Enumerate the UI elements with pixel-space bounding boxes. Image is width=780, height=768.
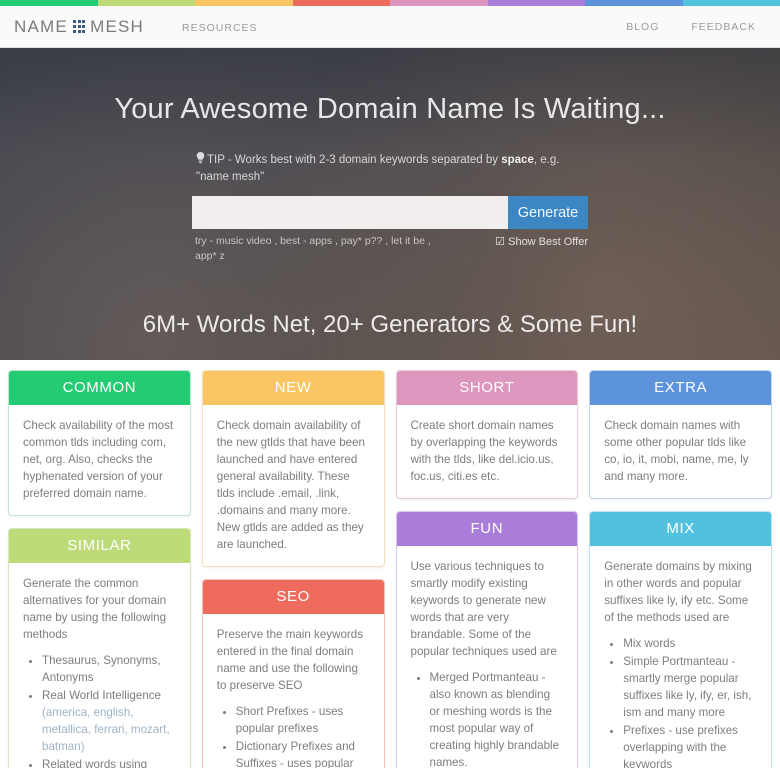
card-seo-text: Preserve the main keywords entered in th… <box>216 628 364 692</box>
mesh-grid-icon <box>72 20 86 33</box>
list-item: Mix words <box>623 635 757 652</box>
logo-text-mesh: MESH <box>90 16 145 36</box>
card-column-2: NEW Check domain availability of the new… <box>201 370 385 768</box>
generate-button[interactable]: Generate <box>508 196 588 229</box>
hero-search-block: TIP - Works best with 2-3 domain keyword… <box>192 126 588 264</box>
card-common-header: COMMON <box>9 371 190 405</box>
color-strip-segment-8 <box>682 0 780 6</box>
list-item-text: Real World Intelligence <box>42 689 162 702</box>
card-column-4: EXTRA Check domain names with some other… <box>589 370 772 768</box>
card-column-1: COMMON Check availability of the most co… <box>8 370 191 768</box>
card-common[interactable]: COMMON Check availability of the most co… <box>8 370 191 516</box>
color-strip-segment-3 <box>195 0 293 6</box>
card-seo-list: Short Prefixes - uses popular prefixes D… <box>217 703 370 768</box>
lightbulb-icon <box>196 152 205 169</box>
card-new-header: NEW <box>202 371 384 405</box>
card-fun-text: Use various techniques to smartly modify… <box>410 560 557 658</box>
card-extra-body: Check domain names with some other popul… <box>590 405 771 498</box>
card-extra[interactable]: EXTRA Check domain names with some other… <box>589 370 772 499</box>
list-item: Related words using collocations and n- <box>42 756 176 768</box>
card-new-body: Check domain availability of the new gtl… <box>203 405 384 566</box>
card-extra-header: EXTRA <box>590 371 771 405</box>
site-header: NAME MESH RESOURCES BLOG FEEDBACK <box>0 6 780 48</box>
show-best-offer-toggle[interactable]: ☑ Show Best Offer <box>495 234 588 248</box>
color-strip-segment-7 <box>585 0 683 6</box>
card-common-body: Check availability of the most common tl… <box>9 405 190 515</box>
card-new-text: Check domain availability of the new gtl… <box>216 419 366 551</box>
card-short[interactable]: SHORT Create short domain names by overl… <box>395 370 579 499</box>
list-item-examples: (america, english, metallica, ferrari, m… <box>42 706 170 753</box>
card-seo-header: SEO <box>202 580 384 614</box>
tip-bold-word: space <box>501 154 534 166</box>
logo-text-name: NAME <box>14 16 68 36</box>
search-row: Generate <box>192 196 588 229</box>
card-short-text: Create short domain names by overlapping… <box>410 419 558 483</box>
card-seo[interactable]: SEO Preserve the main keywords entered i… <box>201 579 385 768</box>
domain-keywords-input[interactable] <box>192 196 508 229</box>
card-mix-body: Generate domains by mixing in other word… <box>590 546 771 768</box>
hero-section: Your Awesome Domain Name Is Waiting... T… <box>0 48 780 360</box>
card-similar-text: Generate the common alternatives for you… <box>23 577 167 641</box>
card-seo-body: Preserve the main keywords entered in th… <box>203 614 384 768</box>
list-item: Short Prefixes - uses popular prefixes <box>236 703 370 737</box>
tip-text: TIP - Works best with 2-3 domain keyword… <box>192 152 588 185</box>
card-similar-body: Generate the common alternatives for you… <box>9 563 190 768</box>
color-strip-segment-6 <box>487 0 585 6</box>
card-similar-header: SIMILAR <box>9 529 190 563</box>
top-color-strip <box>0 0 780 6</box>
card-mix-header: MIX <box>590 512 771 546</box>
card-short-body: Create short domain names by overlapping… <box>397 405 578 498</box>
card-common-text: Check availability of the most common tl… <box>23 419 174 500</box>
header-nav-right: BLOG FEEDBACK <box>626 21 766 33</box>
site-logo[interactable]: NAME MESH <box>14 17 144 37</box>
card-short-header: SHORT <box>396 371 578 405</box>
nav-item-resources[interactable]: RESOURCES <box>182 22 258 34</box>
nav-item-feedback[interactable]: FEEDBACK <box>691 21 756 33</box>
color-strip-segment-1 <box>0 0 98 6</box>
card-column-3: SHORT Create short domain names by overl… <box>395 370 579 768</box>
color-strip-segment-2 <box>97 0 195 6</box>
hero-title: Your Awesome Domain Name Is Waiting... <box>114 93 666 125</box>
list-item-text: Related words using collocations and n- <box>42 758 148 768</box>
search-hints-row: try - music video , best - apps , pay* p… <box>192 234 588 264</box>
card-extra-text: Check domain names with some other popul… <box>604 419 749 483</box>
hero-subtitle: 6M+ Words Net, 20+ Generators & Some Fun… <box>142 311 638 338</box>
card-similar[interactable]: SIMILAR Generate the common alternatives… <box>8 528 191 768</box>
card-new[interactable]: NEW Check domain availability of the new… <box>201 370 385 567</box>
list-item: Thesaurus, Synonyms, Antonyms <box>42 652 176 686</box>
card-similar-list: Thesaurus, Synonyms, Antonyms Real World… <box>23 652 176 768</box>
card-mix-list: Mix words Simple Portmanteau - smartly m… <box>604 635 757 768</box>
list-item: Prefixes - use prefixes overlapping with… <box>623 722 757 768</box>
card-fun-body: Use various techniques to smartly modify… <box>397 546 578 768</box>
try-examples-text: try - music video , best - apps , pay* p… <box>195 235 431 262</box>
list-item: Merged Portmanteau - also known as blend… <box>430 669 564 768</box>
list-item-text: Thesaurus, Synonyms, Antonyms <box>42 654 161 684</box>
tip-prefix: TIP - Works best with 2-3 domain keyword… <box>207 154 502 166</box>
card-mix-text: Generate domains by mixing in other word… <box>604 560 752 624</box>
card-fun-list: Merged Portmanteau - also known as blend… <box>411 669 564 768</box>
generator-cards-section: COMMON Check availability of the most co… <box>0 360 780 768</box>
list-item: Dictionary Prefixes and Suffixes - uses … <box>236 738 370 768</box>
show-best-offer-label: Show Best Offer <box>508 236 588 248</box>
list-item: Simple Portmanteau - smartly merge popul… <box>623 653 757 721</box>
card-mix[interactable]: MIX Generate domains by mixing in other … <box>589 511 772 768</box>
header-nav-left: RESOURCES <box>182 18 258 36</box>
color-strip-segment-5 <box>390 0 488 6</box>
card-fun-header: FUN <box>396 512 578 546</box>
card-fun[interactable]: FUN Use various techniques to smartly mo… <box>395 511 579 768</box>
color-strip-segment-4 <box>292 0 390 6</box>
nav-item-blog[interactable]: BLOG <box>626 21 659 33</box>
checked-checkbox-icon[interactable]: ☑ <box>495 236 505 248</box>
list-item: Real World Intelligence (america, englis… <box>42 687 176 755</box>
